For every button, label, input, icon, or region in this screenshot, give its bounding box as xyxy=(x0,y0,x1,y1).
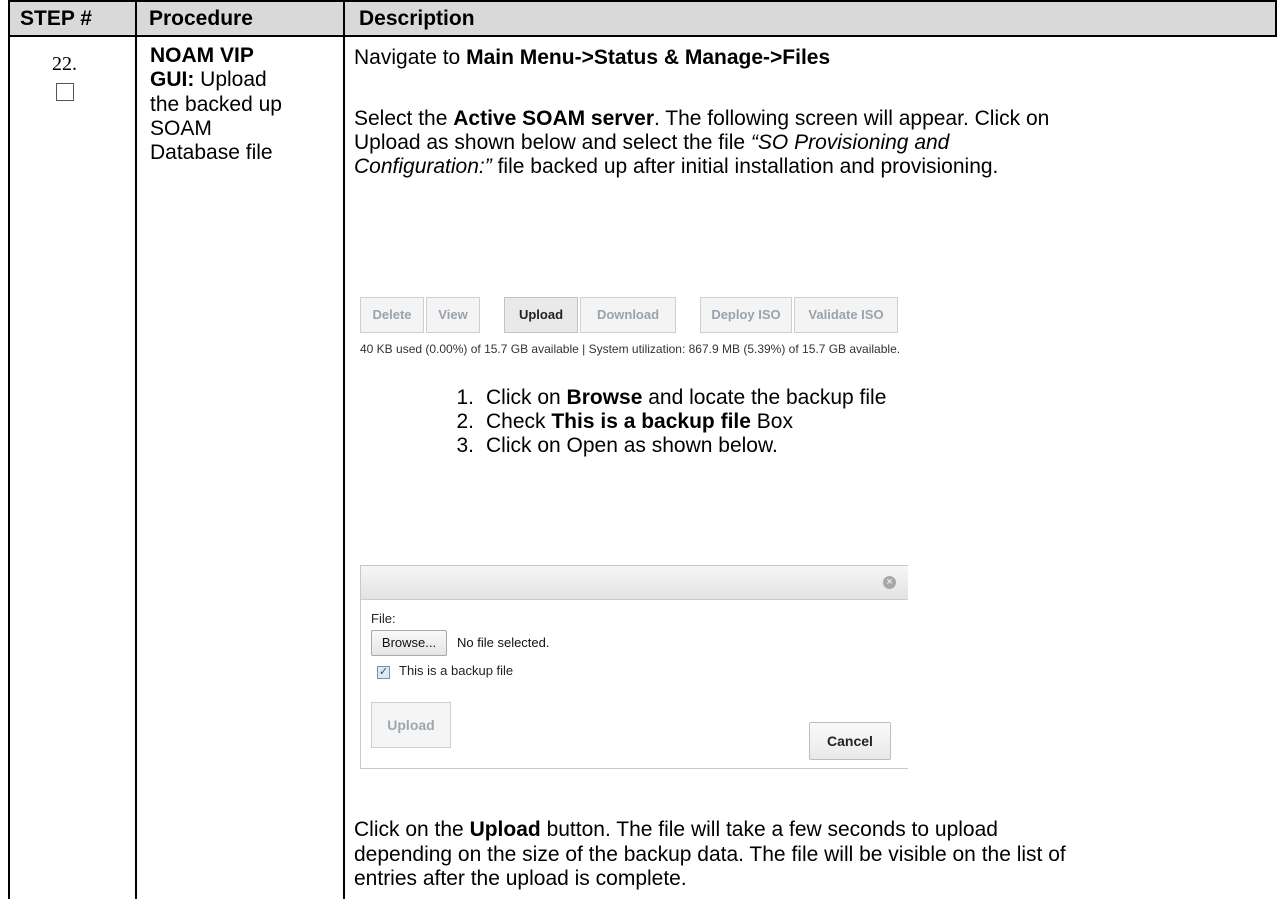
procedure-line-4: SOAM xyxy=(150,117,212,140)
final-line-1: Click on the Upload button. The file wil… xyxy=(354,818,998,841)
backup-file-label: This is a backup file xyxy=(399,663,514,678)
dialog-upload-button[interactable]: Upload xyxy=(371,702,451,748)
upload-dialog: × File: Browse... No file selected. ✓ Th… xyxy=(360,565,908,769)
select-line-1: Select the Active SOAM server. The follo… xyxy=(354,107,1050,130)
browse-button[interactable]: Browse... xyxy=(371,630,447,656)
close-icon[interactable]: × xyxy=(883,576,896,589)
header-description: Description xyxy=(359,7,475,30)
select-line-2: Upload as shown below and select the fil… xyxy=(354,131,950,154)
column-divider-1 xyxy=(135,0,137,899)
download-button[interactable]: Download xyxy=(580,297,676,333)
delete-button[interactable]: Delete xyxy=(360,297,424,333)
procedure-line-5: Database file xyxy=(150,141,273,164)
view-button[interactable]: View xyxy=(426,297,480,333)
header-procedure: Procedure xyxy=(149,7,253,30)
cancel-button[interactable]: Cancel xyxy=(809,722,891,760)
header-step: STEP # xyxy=(20,7,92,30)
step-number: 22. xyxy=(52,53,77,75)
no-file-status: No file selected. xyxy=(457,635,550,650)
storage-usage-text: 40 KB used (0.00%) of 15.7 GB available … xyxy=(360,342,901,356)
procedure-line-1: NOAM VIP xyxy=(150,44,254,67)
list-item: 3. Click on Open as shown below. xyxy=(456,434,778,457)
header-procedure-cell: Procedure xyxy=(137,2,343,35)
header-bottom-border xyxy=(8,35,1277,37)
validate-iso-button[interactable]: Validate ISO xyxy=(794,297,898,333)
step-checkbox[interactable] xyxy=(56,83,74,101)
table-left-border xyxy=(8,0,10,899)
nav-instruction: Navigate to Main Menu->Status & Manage->… xyxy=(354,46,831,69)
header-step-cell: STEP # xyxy=(10,2,135,35)
select-line-3: Configuration:” file backed up after ini… xyxy=(354,155,999,178)
file-label: File: xyxy=(371,611,396,626)
final-line-2: depending on the size of the backup data… xyxy=(354,843,1066,866)
column-divider-2 xyxy=(343,0,345,899)
nav-path: Main Menu->Status & Manage->Files xyxy=(466,46,831,69)
procedure-line-3: the backed up xyxy=(150,93,282,116)
dialog-title-bar: × xyxy=(361,566,908,600)
backup-file-checkbox[interactable]: ✓ xyxy=(377,666,390,679)
procedure-line-2: GUI: Upload xyxy=(150,68,267,91)
header-description-cell: Description xyxy=(345,2,1275,35)
final-line-3: entries after the upload is complete. xyxy=(354,867,687,890)
deploy-iso-button[interactable]: Deploy ISO xyxy=(700,297,792,333)
upload-button[interactable]: Upload xyxy=(504,297,578,333)
table-top-border xyxy=(8,0,1277,2)
list-item: 2. Check This is a backup file Box xyxy=(456,410,793,433)
list-item: 1. Click on Browse and locate the backup … xyxy=(456,386,887,409)
table-right-border xyxy=(1275,0,1277,36)
